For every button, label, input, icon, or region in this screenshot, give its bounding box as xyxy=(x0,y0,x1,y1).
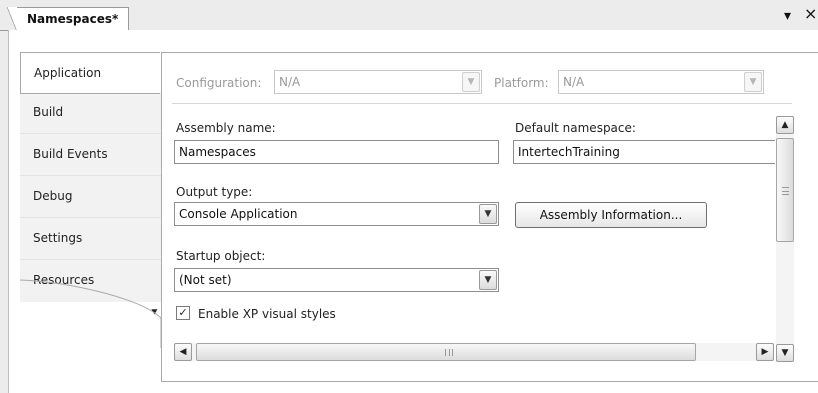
startup-object-label: Startup object: xyxy=(176,249,266,263)
tab-build-events[interactable]: Build Events xyxy=(20,134,162,176)
startup-object-dropdown[interactable]: (Not set) ▼ xyxy=(174,268,499,292)
document-tab-title: Namespaces* xyxy=(27,12,119,26)
assembly-information-button-label: Assembly Information... xyxy=(539,208,683,222)
horizontal-scrollbar[interactable]: ◀ ▶ xyxy=(174,343,774,361)
window-position-dropdown-icon[interactable]: ▾ xyxy=(784,9,791,23)
scroll-right-button[interactable]: ▶ xyxy=(756,343,774,361)
tab-panel-curve xyxy=(20,279,162,348)
grip-icon xyxy=(782,187,789,195)
startup-object-value: (Not set) xyxy=(179,273,232,287)
chevron-up-icon: ▲ xyxy=(781,120,789,130)
vertical-scrollbar[interactable]: ▲ ▼ xyxy=(776,116,794,362)
grip-icon xyxy=(445,349,453,356)
chevron-down-icon: ▼ xyxy=(479,270,497,290)
configuration-label: Configuration: xyxy=(176,76,262,90)
tab-debug-label: Debug xyxy=(33,189,73,203)
default-namespace-field[interactable]: IntertechTraining xyxy=(513,140,775,164)
default-namespace-label: Default namespace: xyxy=(515,121,636,135)
tab-settings[interactable]: Settings xyxy=(20,218,162,260)
output-type-value: Console Application xyxy=(179,207,298,221)
close-icon[interactable]: × xyxy=(804,6,817,22)
assembly-name-value: Namespaces xyxy=(179,145,256,159)
document-tab-namespaces[interactable]: Namespaces* xyxy=(6,7,130,32)
checkmark-icon: ✓ xyxy=(178,306,188,319)
tab-build-label: Build xyxy=(33,105,64,119)
output-type-dropdown[interactable]: Console Application ▼ xyxy=(174,202,499,226)
tab-build-events-label: Build Events xyxy=(33,147,108,161)
configuration-dropdown[interactable]: N/A ▼ xyxy=(274,70,482,94)
platform-value: N/A xyxy=(563,75,585,89)
chevron-down-icon: ▼ xyxy=(479,204,497,224)
assembly-information-button[interactable]: Assembly Information... xyxy=(515,202,707,228)
tab-build[interactable]: Build xyxy=(20,92,162,134)
scroll-down-button[interactable]: ▼ xyxy=(776,344,794,362)
config-separator xyxy=(172,103,792,104)
enable-xp-styles-label: Enable XP visual styles xyxy=(198,307,336,321)
scroll-up-button[interactable]: ▲ xyxy=(776,116,794,134)
chevron-left-icon: ◀ xyxy=(179,347,187,357)
tab-debug[interactable]: Debug xyxy=(20,176,162,218)
scroll-left-button[interactable]: ◀ xyxy=(174,343,192,361)
platform-label: Platform: xyxy=(494,76,549,90)
tab-settings-label: Settings xyxy=(33,231,83,245)
horizontal-scroll-thumb[interactable] xyxy=(196,343,696,361)
chevron-down-icon: ▼ xyxy=(744,72,762,92)
assembly-name-label: Assembly name: xyxy=(176,121,276,135)
chevron-down-icon: ▼ xyxy=(781,348,789,358)
platform-dropdown[interactable]: N/A ▼ xyxy=(558,70,764,94)
chevron-down-icon: ▼ xyxy=(462,72,480,92)
default-namespace-value: IntertechTraining xyxy=(518,145,620,159)
tab-application[interactable]: Application xyxy=(20,52,160,94)
output-type-label: Output type: xyxy=(176,185,253,199)
enable-xp-styles-checkbox[interactable]: ✓ xyxy=(176,306,190,320)
tab-application-label: Application xyxy=(34,66,102,80)
document-tab-strip: Namespaces* ▾ × xyxy=(0,0,818,32)
chevron-right-icon: ▶ xyxy=(761,347,769,357)
configuration-value: N/A xyxy=(279,75,301,89)
vertical-scroll-thumb[interactable] xyxy=(776,138,794,242)
assembly-name-field[interactable]: Namespaces xyxy=(174,140,499,164)
